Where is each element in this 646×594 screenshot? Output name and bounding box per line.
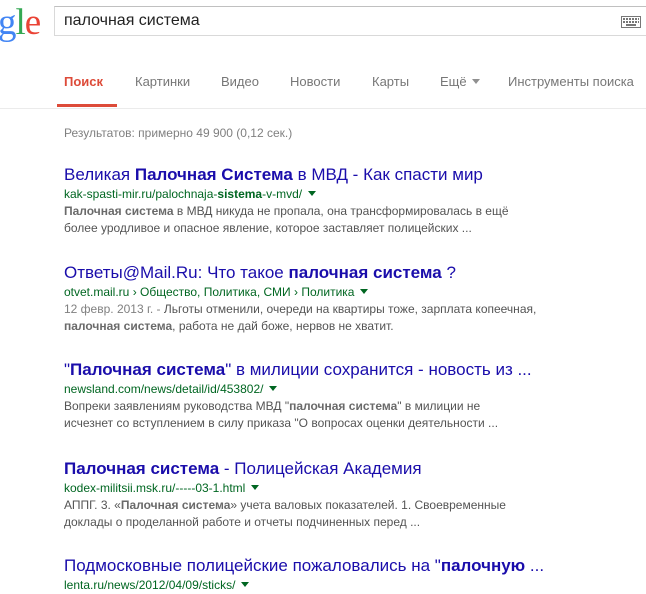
- result-snippet: АППГ. 3. «Палочная система» учета валовы…: [64, 497, 614, 531]
- tab-more-label: Ещё: [440, 74, 467, 89]
- search-input[interactable]: [64, 12, 584, 30]
- snippet-line: Палочная система в МВД никуда не пропала…: [64, 203, 614, 220]
- result-url-text: lenta.ru/news/2012/04/09/sticks/: [64, 578, 235, 592]
- text-segment: otvet.mail.ru › Общество, Политика, СМИ …: [64, 285, 355, 299]
- result-url: newsland.com/news/detail/id/453802/: [64, 381, 646, 398]
- google-logo[interactable]: gle: [0, 2, 41, 43]
- text-segment: - Полицейская Академия: [219, 459, 422, 478]
- logo-letter-l: l: [15, 2, 26, 43]
- result-stats: Результатов: примерно 49 900 (0,12 сек.): [64, 126, 293, 140]
- result-item: Подмосковные полицейские пожаловались на…: [64, 555, 646, 594]
- tab-more[interactable]: Ещё: [440, 74, 480, 89]
- result-title-link[interactable]: Ответы@Mail.Ru: Что такое палочная систе…: [64, 262, 646, 284]
- text-segment: Ответы@Mail.Ru: Что такое: [64, 263, 289, 282]
- text-segment: kodex-militsii.msk.ru/-----03-1.html: [64, 481, 246, 495]
- header: gle: [0, 0, 646, 50]
- tab-maps[interactable]: Карты: [372, 74, 409, 89]
- highlighted-term: Палочная система: [64, 204, 174, 218]
- result-url: lenta.ru/news/2012/04/09/sticks/: [64, 577, 646, 594]
- logo-letter-e: e: [24, 2, 41, 43]
- text-segment: kak-spasti-mir.ru/palochnaja-: [64, 187, 218, 201]
- text-segment: исчезнет со вступлением в силу приказа "…: [64, 416, 499, 430]
- keyboard-icon[interactable]: [621, 16, 641, 28]
- tab-images[interactable]: Картинки: [135, 74, 190, 89]
- result-url: otvet.mail.ru › Общество, Политика, СМИ …: [64, 284, 646, 301]
- dropdown-arrow-icon[interactable]: [241, 582, 250, 587]
- text-segment: Льготы отменили, очереди на квартиры тож…: [163, 302, 537, 316]
- result-url: kak-spasti-mir.ru/palochnaja-sistema-v-m…: [64, 186, 646, 203]
- dropdown-arrow-icon[interactable]: [360, 289, 369, 294]
- search-tabs: Поиск Картинки Видео Новости Карты Ещё И…: [0, 58, 646, 109]
- result-url-text: otvet.mail.ru › Общество, Политика, СМИ …: [64, 285, 354, 299]
- text-segment: » учета валовых показателей. 1. Своеврем…: [230, 498, 506, 512]
- dropdown-arrow-icon[interactable]: [308, 191, 317, 196]
- tab-news[interactable]: Новости: [290, 74, 340, 89]
- highlighted-term: Палочная система: [120, 498, 231, 512]
- snippet-line: АППГ. 3. «Палочная система» учета валовы…: [64, 497, 614, 514]
- highlighted-term: палочная система: [64, 319, 173, 333]
- text-segment: lenta.ru/news/2012/04/09/sticks/: [64, 578, 236, 592]
- caret-down-icon: [471, 79, 480, 84]
- text-segment: доклады о проделанной работе и отчеты по…: [64, 515, 421, 529]
- text-segment: более уродливое и опасное явление, котор…: [64, 221, 472, 235]
- result-snippet: Вопреки заявлениям руководства МВД "пало…: [64, 398, 614, 432]
- highlighted-term: палочную: [440, 556, 526, 575]
- active-tab-underline: [57, 104, 117, 107]
- snippet-line: палочная система, работа не дай боже, не…: [64, 318, 614, 335]
- highlighted-term: sistema: [217, 187, 263, 201]
- snippet-line: исчезнет со вступлением в силу приказа "…: [64, 415, 614, 432]
- text-segment: " в милиции сохранится - новость из ...: [225, 360, 532, 379]
- text-segment: в МВД - Как спасти мир: [292, 165, 483, 184]
- text-segment: ...: [525, 556, 545, 575]
- tab-search[interactable]: Поиск: [64, 74, 103, 89]
- snippet-line: более уродливое и опасное явление, котор…: [64, 220, 614, 237]
- text-segment: АППГ. 3. «: [64, 498, 121, 512]
- result-item: "Палочная система" в милиции сохранится …: [64, 359, 646, 432]
- dropdown-arrow-icon[interactable]: [269, 386, 278, 391]
- result-title-link[interactable]: Подмосковные полицейские пожаловались на…: [64, 555, 646, 577]
- snippet-line: 12 февр. 2013 г. - Льготы отменили, очер…: [64, 301, 614, 318]
- result-item: Палочная система - Полицейская Академия …: [64, 458, 646, 531]
- text-segment: newsland.com/news/detail/id/453802/: [64, 382, 264, 396]
- result-url-text: kak-spasti-mir.ru/palochnaja-sistema-v-m…: [64, 187, 302, 201]
- text-segment: Подмосковные полицейские пожаловались на…: [64, 556, 441, 575]
- result-snippet: Палочная система в МВД никуда не пропала…: [64, 203, 614, 237]
- highlighted-term: палочная система: [289, 399, 398, 413]
- text-segment: " в милиции не: [397, 399, 481, 413]
- highlighted-term: Палочная система: [64, 459, 220, 478]
- result-date: 12 февр. 2013 г. -: [64, 302, 164, 316]
- text-segment: в МВД никуда не пропала, она трансформир…: [173, 204, 509, 218]
- text-segment: Вопреки заявлениям руководства МВД ": [64, 399, 290, 413]
- result-url: kodex-militsii.msk.ru/-----03-1.html: [64, 480, 646, 497]
- logo-letter-g: g: [0, 2, 16, 43]
- text-segment: , работа не дай боже, нервов не хватит.: [172, 319, 394, 333]
- search-box[interactable]: [54, 6, 646, 36]
- text-segment: -v-mvd/: [262, 187, 303, 201]
- snippet-line: доклады о проделанной работе и отчеты по…: [64, 514, 614, 531]
- tab-search-tools[interactable]: Инструменты поиска: [508, 74, 634, 89]
- tab-video[interactable]: Видео: [221, 74, 259, 89]
- text-segment: Великая: [64, 165, 135, 184]
- result-url-text: kodex-militsii.msk.ru/-----03-1.html: [64, 481, 245, 495]
- result-title-link[interactable]: Палочная система - Полицейская Академия: [64, 458, 646, 480]
- result-title-link[interactable]: Великая Палочная Система в МВД - Как спа…: [64, 164, 646, 186]
- text-segment: ?: [441, 263, 456, 282]
- result-item: Великая Палочная Система в МВД - Как спа…: [64, 164, 646, 237]
- result-item: Ответы@Mail.Ru: Что такое палочная систе…: [64, 262, 646, 335]
- result-snippet: 12 февр. 2013 г. - Льготы отменили, очер…: [64, 301, 614, 335]
- highlighted-term: Палочная Система: [134, 165, 293, 184]
- dropdown-arrow-icon[interactable]: [251, 485, 260, 490]
- highlighted-term: палочная система: [288, 263, 442, 282]
- result-url-text: newsland.com/news/detail/id/453802/: [64, 382, 263, 396]
- snippet-line: Вопреки заявлениям руководства МВД "пало…: [64, 398, 614, 415]
- result-title-link[interactable]: "Палочная система" в милиции сохранится …: [64, 359, 646, 381]
- highlighted-term: Палочная система: [70, 360, 226, 379]
